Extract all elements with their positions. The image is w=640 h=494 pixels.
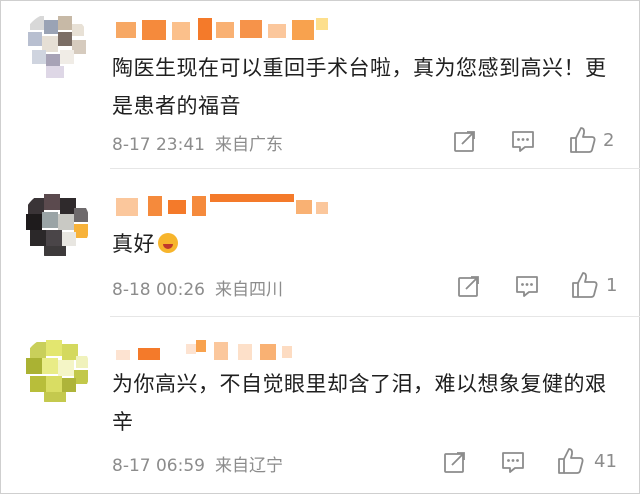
comment-location: 来自辽宁 xyxy=(214,456,283,476)
comment-meta: 8-17 23:41 来自广东 xyxy=(112,130,283,155)
share-icon[interactable] xyxy=(442,449,468,475)
comment-date: 8-17 23:41 xyxy=(112,135,205,155)
comment-text: 为你高兴，不自觉眼里却含了泪，难以想象复健的艰辛 xyxy=(112,372,607,434)
share-icon[interactable] xyxy=(456,273,482,299)
username-redacted[interactable] xyxy=(112,18,332,44)
username-redacted[interactable] xyxy=(112,340,312,366)
comment-location: 来自四川 xyxy=(214,280,283,300)
like-count: 41 xyxy=(594,451,617,472)
comment-location: 来自广东 xyxy=(214,135,283,155)
laughing-emoji-icon xyxy=(158,233,178,253)
comment-icon[interactable] xyxy=(510,128,536,154)
comment-date: 8-17 06:59 xyxy=(112,456,205,476)
share-icon[interactable] xyxy=(452,128,478,154)
comment-text-content: 真好 xyxy=(112,232,155,256)
avatar[interactable] xyxy=(22,336,90,404)
comment-meta: 8-18 00:26 来自四川 xyxy=(112,275,283,300)
comment-meta: 8-17 06:59 来自辽宁 xyxy=(112,451,283,476)
comment-icon[interactable] xyxy=(500,449,526,475)
thumbs-up-icon[interactable] xyxy=(570,270,600,300)
comment-date: 8-18 00:26 xyxy=(112,280,205,300)
thumbs-up-icon[interactable] xyxy=(556,446,586,476)
divider xyxy=(110,316,640,317)
like-count: 2 xyxy=(603,130,615,151)
like-count: 1 xyxy=(606,275,618,296)
thumbs-up-icon[interactable] xyxy=(568,125,598,155)
avatar[interactable] xyxy=(22,190,90,258)
username-redacted[interactable] xyxy=(112,194,342,220)
divider xyxy=(110,168,640,169)
avatar[interactable] xyxy=(22,12,90,80)
comment-text: 陶医生现在可以重回手术台啦，真为您感到高兴！更是患者的福音 xyxy=(112,56,607,118)
comment-text: 真好 xyxy=(112,225,612,263)
comment-icon[interactable] xyxy=(514,273,540,299)
